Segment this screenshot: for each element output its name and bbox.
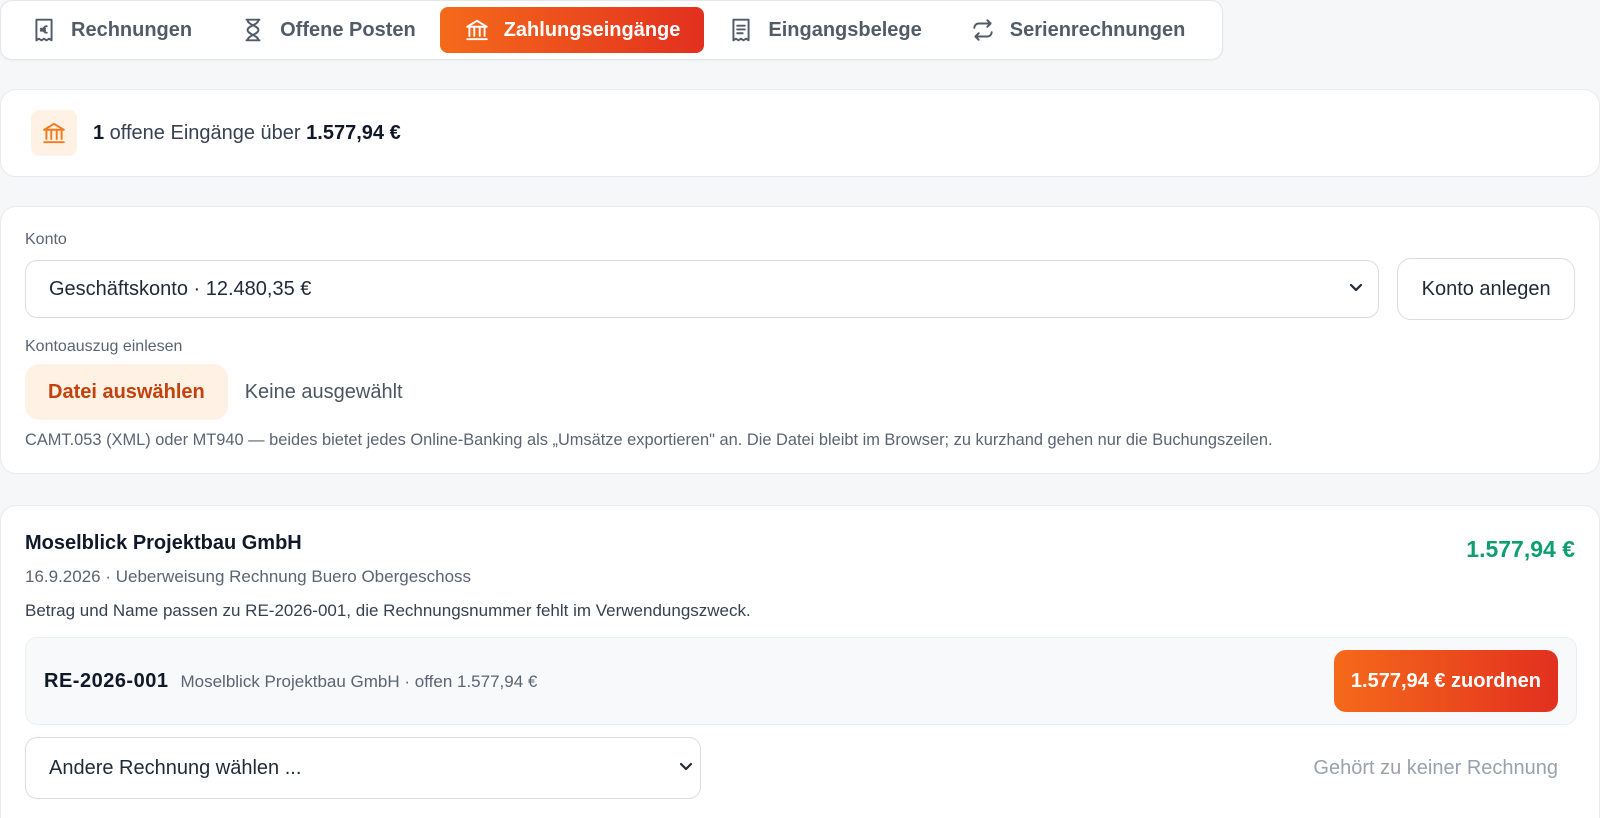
- no-invoice-button[interactable]: Gehört zu keiner Rechnung: [1313, 757, 1558, 780]
- bank-icon: [31, 110, 77, 156]
- tab-label: Zahlungseingänge: [503, 18, 681, 41]
- other-invoice-select-value: Andere Rechnung wählen ...: [49, 756, 302, 779]
- tab-label: Rechnungen: [71, 18, 193, 41]
- other-invoice-select[interactable]: Andere Rechnung wählen ...: [25, 737, 701, 799]
- invoice-number: RE-2026-001: [44, 669, 169, 692]
- chevron-down-icon: [1348, 278, 1364, 301]
- match-note: Betrag und Name passen zu RE-2026-001, d…: [25, 601, 751, 620]
- tab-zahlungseingaenge[interactable]: Zahlungseingänge: [439, 7, 705, 53]
- invoice-info: Moselblick Projektbau GmbH · offen 1.577…: [180, 671, 538, 691]
- payment-meta: 16.9.2026 · Ueberweisung Rechnung Buero …: [25, 567, 472, 586]
- payment-amount: 1.577,94 €: [1466, 536, 1575, 562]
- summary-text: 1 offene Eingänge über 1.577,94 €: [93, 122, 401, 145]
- tab-offene-posten[interactable]: Offene Posten: [216, 7, 440, 53]
- invoice-suggestion: RE-2026-001 Moselblick Projektbau GmbH ·…: [25, 637, 1577, 725]
- document-list-icon: [728, 17, 754, 43]
- chevron-down-icon: [678, 757, 694, 780]
- hourglass-icon: [240, 17, 266, 43]
- tab-serienrechnungen[interactable]: Serienrechnungen: [946, 7, 1210, 53]
- tab-label: Serienrechnungen: [1009, 18, 1186, 41]
- account-card: Konto Geschäftskonto · 12.480,35 € Konto…: [0, 206, 1600, 474]
- bank-icon: [464, 17, 490, 43]
- receipt-euro-icon: [31, 17, 57, 43]
- summary-total: 1.577,94 €: [306, 121, 401, 144]
- open-payments-summary: 1 offene Eingänge über 1.577,94 €: [0, 89, 1600, 177]
- create-account-button[interactable]: Konto anlegen: [1397, 258, 1575, 320]
- payment-card: Moselblick Projektbau GmbH 1.577,94 € 16…: [0, 505, 1600, 818]
- tab-label: Offene Posten: [280, 18, 416, 41]
- account-select-value: Geschäftskonto · 12.480,35 €: [49, 277, 312, 300]
- import-hint: CAMT.053 (XML) oder MT940 — beides biete…: [25, 431, 1273, 449]
- choose-file-button[interactable]: Datei auswählen: [25, 364, 228, 420]
- assign-payment-button[interactable]: 1.577,94 € zuordnen: [1333, 650, 1558, 712]
- account-label: Konto: [25, 231, 67, 248]
- tab-bar: Rechnungen Offene Posten Zahlungseingäng…: [0, 0, 1223, 60]
- summary-count: 1: [93, 121, 105, 144]
- statement-label: Kontoauszug einlesen: [25, 338, 183, 355]
- file-status: Keine ausgewählt: [244, 380, 403, 403]
- tab-eingangsbelege[interactable]: Eingangsbelege: [704, 7, 945, 53]
- account-select[interactable]: Geschäftskonto · 12.480,35 €: [25, 260, 1380, 318]
- repeat-icon: [970, 17, 996, 43]
- summary-middle: offene Eingänge über: [104, 121, 307, 144]
- tab-label: Eingangsbelege: [768, 18, 922, 41]
- tab-rechnungen[interactable]: Rechnungen: [7, 7, 216, 53]
- payer-name: Moselblick Projektbau GmbH: [25, 532, 302, 554]
